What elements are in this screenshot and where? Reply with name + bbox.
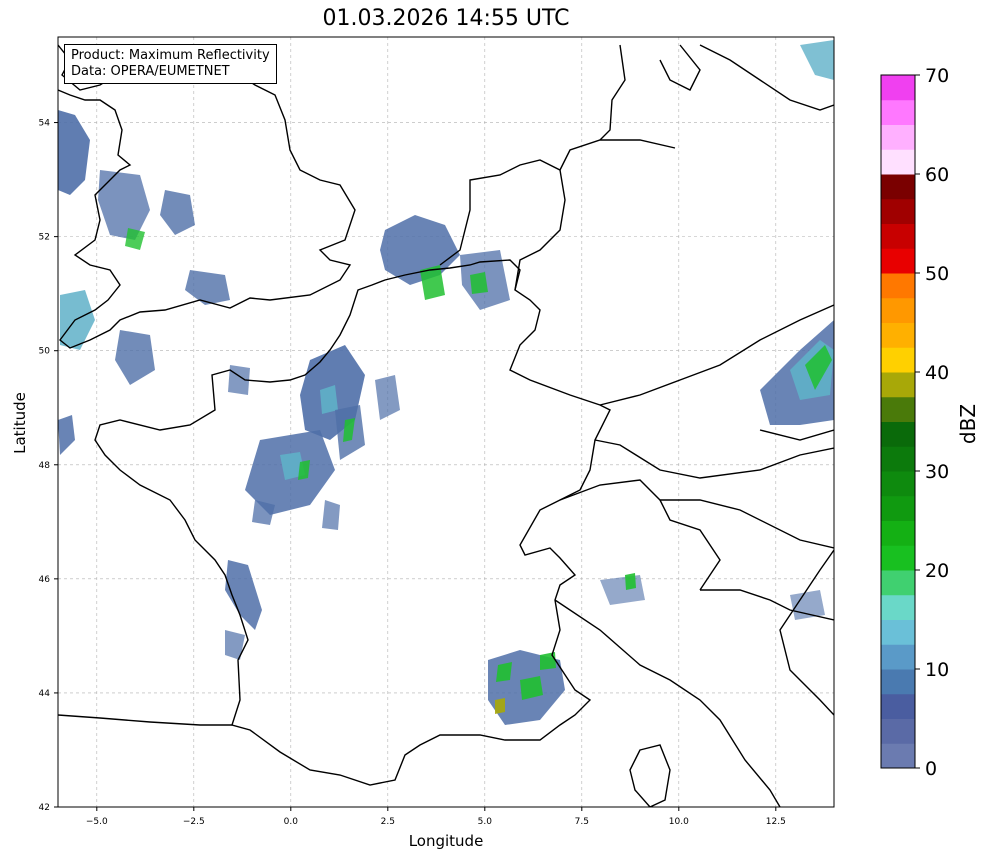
colorbar-tick-label: 60 xyxy=(925,164,949,186)
coastline-italy xyxy=(554,599,781,807)
colorbar-segment xyxy=(881,124,915,150)
x-tick-label: 10.0 xyxy=(669,817,689,827)
precipitation-echoes xyxy=(58,40,834,725)
colorbar-segment xyxy=(881,471,915,497)
colorbar-segment xyxy=(881,273,915,299)
colorbar-segment xyxy=(881,669,915,695)
x-tick-label: −5.0 xyxy=(86,817,108,827)
x-tick-label: 12.5 xyxy=(766,817,786,827)
y-tick-label: 50 xyxy=(39,347,51,357)
y-tick-label: 54 xyxy=(39,119,51,129)
x-tick-label: 5.0 xyxy=(478,817,493,827)
y-tick-label: 42 xyxy=(39,803,50,813)
colorbar: 0 10 20 30 40 50 60 70 xyxy=(880,65,949,780)
colorbar-tick-label: 20 xyxy=(925,560,949,582)
colorbar-segment xyxy=(881,619,915,645)
colorbar-segment xyxy=(881,495,915,521)
colorbar-segment xyxy=(881,248,915,274)
colorbar-segment xyxy=(881,693,915,719)
colorbar-segment xyxy=(881,446,915,472)
coastline-corsica xyxy=(629,744,671,807)
colorbar-tick-label: 0 xyxy=(925,758,937,780)
x-axis-label: Longitude xyxy=(408,832,484,850)
colorbar-segment xyxy=(881,99,915,125)
colorbar-segment xyxy=(881,743,915,769)
colorbar-tick-label: 70 xyxy=(925,65,949,87)
colorbar-segment xyxy=(881,421,915,447)
map-frame xyxy=(57,36,835,808)
data-source-label: Data: OPERA/EUMETNET xyxy=(71,64,230,79)
coastline-spain xyxy=(58,714,232,726)
colorbar-segment xyxy=(881,223,915,249)
x-tick-label: 2.5 xyxy=(381,817,395,827)
y-tick-label: 52 xyxy=(39,233,50,243)
colorbar-tick-label: 30 xyxy=(925,461,949,483)
x-tick-label: −2.5 xyxy=(183,817,205,827)
colorbar-segment xyxy=(881,75,915,101)
colorbar-segment xyxy=(881,297,915,323)
x-tick-label: 0.0 xyxy=(284,817,299,827)
colorbar-segment xyxy=(881,174,915,200)
colorbar-segment xyxy=(881,545,915,571)
coastline-north xyxy=(439,139,676,266)
y-axis-label: Latitude xyxy=(11,392,29,454)
colorbar-segment xyxy=(881,520,915,546)
radar-map: −5.0 −2.5 0.0 2.5 5.0 7.5 10.0 12.5 42 44 46 48 50 52… xyxy=(39,36,949,827)
colorbar-segment xyxy=(881,644,915,670)
product-label: Product: Maximum Reflectivity xyxy=(71,48,270,63)
colorbar-segment xyxy=(881,372,915,398)
colorbar-segment xyxy=(881,198,915,224)
colorbar-segment xyxy=(881,149,915,175)
echo-england-west xyxy=(58,110,90,195)
colorbar-segment xyxy=(881,322,915,348)
colorbar-label: dBZ xyxy=(956,403,980,445)
x-tick-label: 7.5 xyxy=(575,817,589,827)
map-grid xyxy=(58,37,834,808)
colorbar-segment xyxy=(881,594,915,620)
y-tick-label: 44 xyxy=(39,689,51,699)
y-tick-label: 48 xyxy=(39,461,51,471)
y-tick-label: 46 xyxy=(39,575,51,585)
info-box: Product: Maximum Reflectivity Data: OPER… xyxy=(64,44,277,84)
echo-low-countries xyxy=(380,215,460,285)
colorbar-segment xyxy=(881,570,915,596)
colorbar-tick-label: 50 xyxy=(925,263,949,285)
colorbar-segment xyxy=(881,396,915,422)
colorbar-segment xyxy=(881,718,915,744)
colorbar-segment xyxy=(881,347,915,373)
colorbar-tick-label: 40 xyxy=(925,362,949,384)
colorbar-tick-label: 10 xyxy=(925,659,949,681)
